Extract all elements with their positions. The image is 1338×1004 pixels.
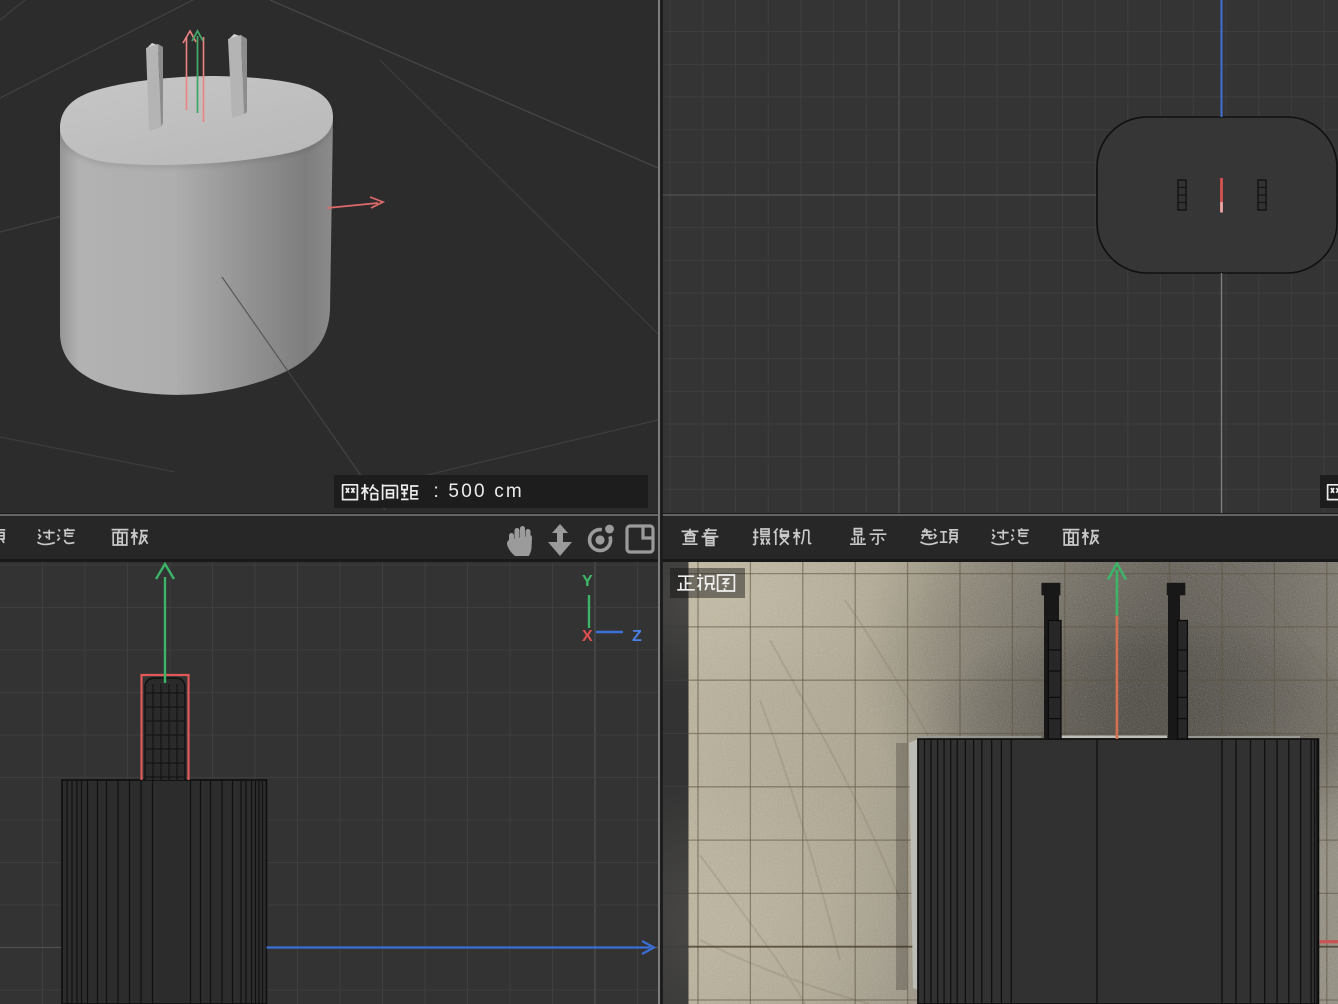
svg-text:X: X — [582, 628, 593, 645]
svg-text:Y: Y — [582, 573, 593, 590]
svg-text:Z: Z — [632, 628, 642, 645]
